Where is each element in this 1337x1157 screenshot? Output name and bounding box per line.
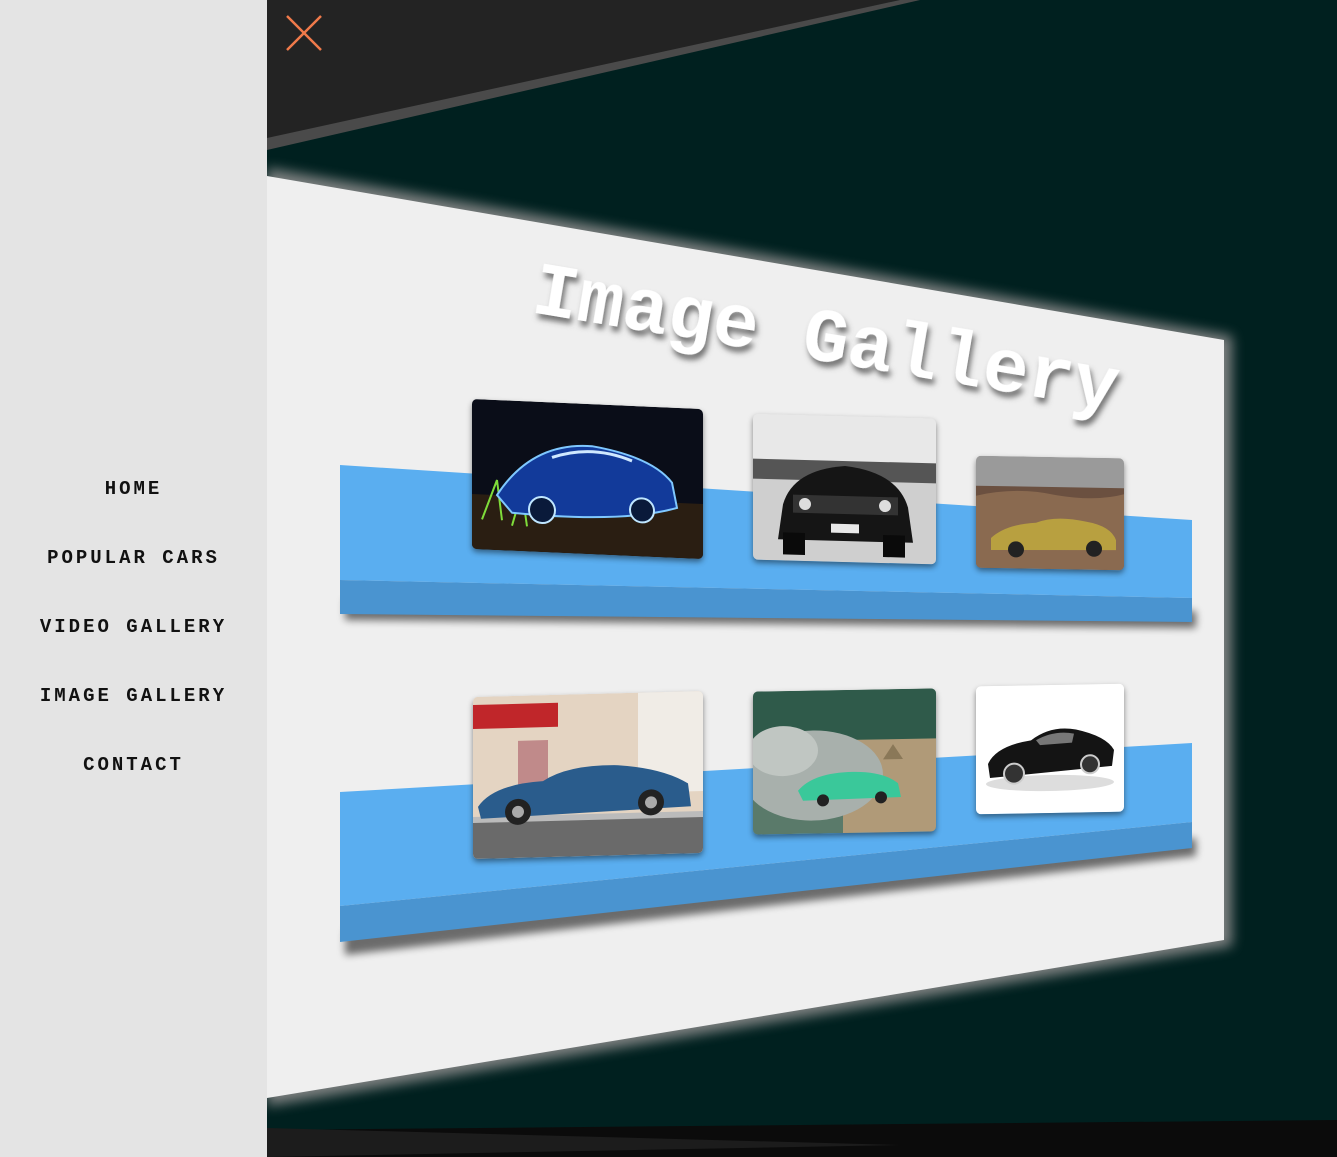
main-nav: HOME POPULAR CARS VIDEO GALLERY IMAGE GA… [0,472,267,817]
side-menu: HOME POPULAR CARS VIDEO GALLERY IMAGE GA… [0,0,267,1157]
nav-item-video-gallery[interactable]: VIDEO GALLERY [0,610,267,679]
close-icon [286,15,322,51]
blue-muscle-car-image [473,690,703,860]
neon-mustang-image [472,398,703,560]
gallery-image[interactable] [473,690,703,860]
camaro-image [753,413,936,565]
nav-item-popular-cars[interactable]: POPULAR CARS [0,541,267,610]
close-button[interactable] [283,12,325,54]
green-cadillac-image [753,688,936,835]
gallery-image[interactable] [753,413,936,565]
gallery-image[interactable] [753,688,936,835]
nav-item-home[interactable]: HOME [0,472,267,541]
gallery-image[interactable] [976,455,1124,571]
black-sports-car-image [976,683,1124,815]
gallery-image[interactable] [472,398,703,560]
nav-item-contact[interactable]: CONTACT [0,748,267,817]
gold-sedan-image [976,455,1124,571]
gallery-image[interactable] [976,683,1124,815]
nav-item-image-gallery[interactable]: IMAGE GALLERY [0,679,267,748]
